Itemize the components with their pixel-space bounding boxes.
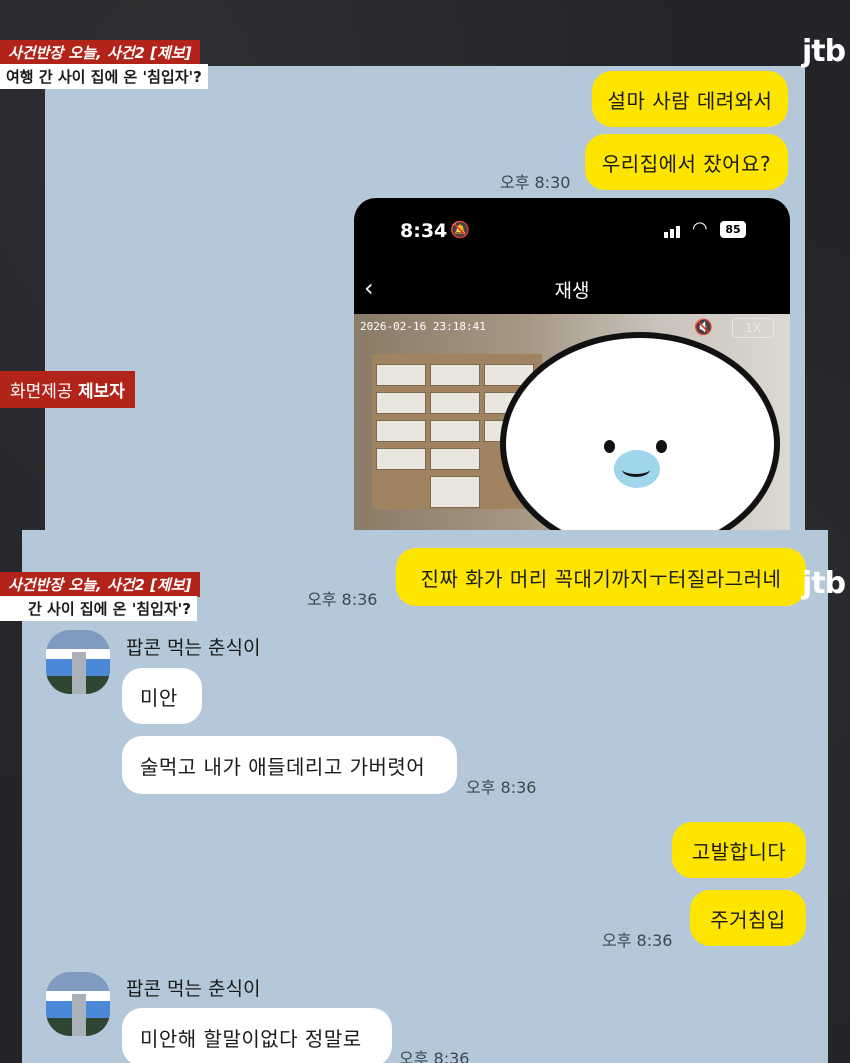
mute-icon: 🔇: [694, 318, 713, 336]
message-bubble: 주거침입: [690, 890, 806, 946]
battery-icon: 85: [720, 221, 746, 238]
message-bubble: 고발합니다: [672, 822, 806, 878]
channel-logo: jtb: [802, 34, 846, 69]
bell-muted-icon: 🔕: [450, 220, 470, 239]
message-time: 오후 8:36: [307, 590, 378, 609]
message-bubble: 진짜 화가 머리 꼭대기까지ㅜ터질라그러네: [396, 548, 806, 606]
sender-name: 팝콘 먹는 춘식이: [126, 978, 261, 1000]
message-bubble: 미안: [122, 668, 202, 724]
phone-clock: 8:34: [400, 220, 448, 242]
message-time: 오후 8:36: [602, 931, 673, 950]
message-bubble: 술먹고 내가 애들데리고 가버렷어: [122, 736, 457, 794]
avatar: [46, 630, 110, 694]
headline-caption: 간 사이 집에 온 '침입자'?: [0, 596, 197, 621]
message-bubble: 미안해 할말이없다 정말로: [122, 1008, 392, 1063]
sender-name: 팝콘 먹는 춘식이: [126, 637, 261, 659]
message-time: 오후 8:36: [466, 778, 537, 797]
message-time: 오후 8:36: [399, 1049, 470, 1063]
message-time: 오후 8:30: [500, 173, 571, 192]
credit-source: 제보자: [77, 382, 125, 402]
channel-logo: jtb: [802, 566, 846, 601]
mascot-sticker-image: [500, 332, 780, 556]
credit-label: 화면제공: [10, 382, 73, 402]
message-bubble: 우리집에서 잤어요?: [585, 134, 788, 190]
message-bubble: 설마 사람 데려와서: [592, 71, 788, 127]
program-tag: 사건반장 오늘, 사건2 [제보]: [0, 40, 200, 65]
wifi-icon: ◠: [692, 218, 708, 239]
program-tag: 사건반장 오늘, 사건2 [제보]: [0, 572, 200, 597]
signal-icon: [664, 222, 686, 238]
playback-speed: 1X: [732, 318, 774, 338]
avatar: [46, 972, 110, 1036]
phone-screen-title: 재생: [554, 280, 590, 302]
headline-caption: 여행 간 사이 집에 온 '침입자'?: [0, 64, 208, 89]
video-timestamp: 2026-02-16 23:18:41: [360, 320, 486, 333]
footage-credit: 화면제공 제보자: [0, 371, 135, 408]
